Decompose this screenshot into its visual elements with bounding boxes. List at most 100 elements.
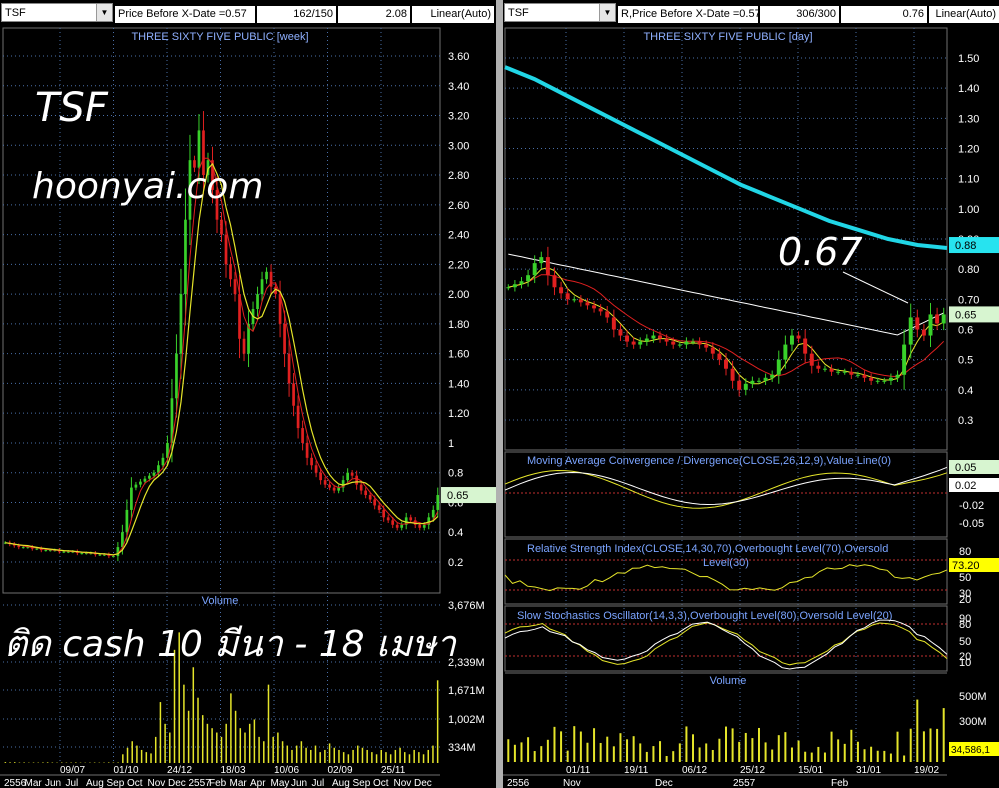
weekly-candle <box>382 509 386 518</box>
weekly-candle <box>139 481 142 485</box>
weekly-candle <box>319 472 322 481</box>
daily-candle <box>862 374 867 378</box>
weekly-candle <box>152 472 156 476</box>
daily-candle <box>658 335 663 339</box>
daily-candle <box>855 374 860 376</box>
daily-candle <box>631 341 636 345</box>
x-tick-label-bottom: Jun <box>45 778 61 788</box>
x-tick-label: 31/01 <box>856 765 881 776</box>
stoch-title: Slow Stochastics Oscillator(14,3,3),Over… <box>517 610 892 622</box>
x-tick-label-bottom: Mar <box>25 778 43 788</box>
x-tick-label: 10/06 <box>274 765 299 776</box>
ticker-annotation: TSF <box>35 85 108 131</box>
daily-candle <box>559 287 564 294</box>
y-tick-label: 0.6 <box>958 325 973 337</box>
y-tick-label: 0.3 <box>958 415 973 427</box>
x-tick-label-bottom: 2557 <box>733 778 756 788</box>
x-tick-label: 02/09 <box>328 765 353 776</box>
macd-value-label: 0.05 <box>955 462 976 474</box>
weekly-candle <box>395 524 399 528</box>
daily-chart-canvas[interactable]: THREE SIXTY FIVE PUBLIC [day] 1.50 1.40 1.3… <box>503 0 999 788</box>
daily-candle <box>545 257 550 276</box>
x-tick-label: 09/07 <box>60 765 85 776</box>
chart-title: THREE SIXTY FIVE PUBLIC [day] <box>643 31 812 43</box>
rsi-title-line2: Level(30) <box>703 557 749 569</box>
daily-candle <box>691 341 695 343</box>
y-tick-label: 0.4 <box>448 527 463 539</box>
weekly-candle <box>256 294 259 309</box>
x-tick-label: 18/03 <box>221 765 246 776</box>
y-tick-label: 1,002M <box>448 714 485 726</box>
weekly-candle <box>346 472 349 481</box>
last-price-label: 0.65 <box>447 490 468 502</box>
daily-candle <box>512 284 517 288</box>
weekly-candle <box>220 219 223 235</box>
last-price-label: 0.65 <box>955 309 976 321</box>
y-tick-label: 1.20 <box>958 144 979 156</box>
x-tick-label: 25/12 <box>740 765 765 776</box>
daily-candle <box>506 287 511 289</box>
y-tick-label: 1.50 <box>958 53 979 65</box>
daily-candle <box>578 299 583 303</box>
y-tick-label: 1.80 <box>448 319 469 331</box>
daily-candle <box>618 329 623 336</box>
ma200-line <box>504 65 948 250</box>
y-tick-label: 500M <box>959 691 987 703</box>
daily-candle <box>592 305 597 309</box>
y-tick-label: 3.20 <box>448 111 469 123</box>
weekly-candle <box>80 553 84 555</box>
daily-candle <box>789 335 794 345</box>
x-tick-label-bottom: Aug <box>332 778 350 788</box>
x-tick-label-bottom: May <box>271 778 290 788</box>
weekly-candle <box>62 551 66 553</box>
weekly-candle <box>260 279 264 295</box>
daily-candle <box>644 338 649 342</box>
weekly-candle <box>431 509 435 518</box>
y-tick-label: 0.4 <box>958 385 973 397</box>
x-tick-label-bottom: Oct <box>373 778 389 788</box>
weekly-candle <box>224 234 228 265</box>
weekly-candle <box>355 475 359 485</box>
weekly-candle <box>242 338 246 354</box>
daily-candle <box>532 263 537 276</box>
daily-candle <box>849 371 854 375</box>
daily-candle <box>783 344 788 360</box>
x-tick-label: 25/11 <box>381 765 406 776</box>
weekly-candle <box>287 353 291 384</box>
weekly-candle <box>148 475 151 479</box>
weekly-candle <box>301 428 304 443</box>
weekly-candle <box>134 484 138 488</box>
annotation-pointer <box>842 271 909 304</box>
weekly-candle <box>17 545 21 548</box>
daily-candle <box>611 317 616 330</box>
x-tick-label-bottom: Oct <box>127 778 143 788</box>
y-tick-label: 0.8 <box>448 468 463 480</box>
weekly-candle <box>436 495 440 510</box>
y-tick-label: 2.40 <box>448 230 469 242</box>
weekly-candle <box>112 556 115 558</box>
daily-candle <box>770 374 775 378</box>
daily-candle <box>671 341 676 345</box>
x-tick-label: 15/01 <box>798 765 823 776</box>
y-tick-label: 1 <box>448 438 454 450</box>
daily-candle <box>941 314 946 324</box>
daily-candle <box>710 347 715 354</box>
weekly-candle <box>323 480 327 485</box>
daily-candle <box>605 311 610 318</box>
weekly-candle <box>44 550 48 552</box>
macd-line <box>504 469 948 509</box>
daily-candle <box>888 377 893 381</box>
x-tick-label-bottom: Sep <box>107 778 125 788</box>
daily-candle <box>526 275 531 282</box>
x-tick-label-bottom: Feb <box>209 778 227 788</box>
daily-candle <box>625 335 630 342</box>
weekly-candle <box>310 457 313 466</box>
y-tick-label: 1.00 <box>958 204 979 216</box>
weekly-candle <box>359 484 363 491</box>
y-tick-label: 3,676M <box>448 600 485 612</box>
y-tick-label: 2.80 <box>448 170 469 182</box>
y-tick-label: 0.5 <box>958 355 973 367</box>
y-tick-label: 1.10 <box>958 174 979 186</box>
pane-divider[interactable] <box>496 0 503 788</box>
daily-candle <box>737 380 742 390</box>
